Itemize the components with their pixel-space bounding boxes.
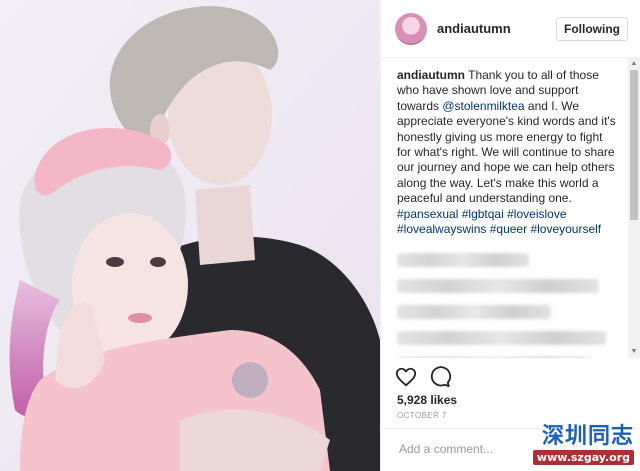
watermark-url: www.szgay.org [532, 450, 634, 465]
watermark-title: 深圳同志 [541, 423, 634, 449]
scrollbar-thumb[interactable] [630, 70, 638, 220]
caption-username[interactable]: andiautumn [397, 68, 465, 82]
comments-area: andiautumn Thank you to all of those who… [381, 58, 627, 358]
blurred-comment [397, 331, 606, 346]
blurred-comment [397, 305, 551, 320]
blurred-comment [397, 253, 529, 268]
blurred-comment [397, 279, 600, 294]
caption: andiautumn Thank you to all of those who… [397, 68, 617, 237]
heart-outline-icon[interactable] [395, 366, 417, 388]
blurred-comment [397, 357, 591, 358]
caption-text-2: and I. We appreciate everyone's kind wor… [397, 98, 616, 206]
hashtag-link[interactable]: #loveyourself [530, 222, 601, 236]
scroll-down-arrow-icon[interactable]: ▼ [628, 346, 640, 358]
post-actions [395, 366, 451, 388]
following-button[interactable]: Following [556, 16, 628, 41]
avatar[interactable] [395, 12, 427, 45]
like-count[interactable]: 5,928 likes [397, 393, 457, 407]
hashtag-link[interactable]: #lovealwayswins [397, 222, 486, 236]
post-date[interactable]: OCTOBER 7 [397, 411, 447, 420]
photo-illustration [0, 0, 380, 471]
blurred-comments [397, 253, 617, 358]
hashtag-link[interactable]: #lgbtqai [462, 207, 504, 221]
speech-bubble-icon[interactable] [429, 366, 451, 388]
scroll-up-arrow-icon[interactable]: ▲ [628, 58, 640, 70]
post-header: andiautumn Following [381, 0, 640, 58]
hashtag-link[interactable]: #loveislove [507, 207, 566, 221]
hashtag-link[interactable]: #queer [490, 222, 527, 236]
mention-link[interactable]: @stolenmilktea [442, 99, 524, 113]
watermark: 深圳同志 www.szgay.org [532, 423, 634, 466]
username-link[interactable]: andiautumn [437, 21, 556, 36]
comments-scrollbar[interactable]: ▲ ▼ [628, 58, 640, 358]
post-side-panel: andiautumn Following andiautumn Thank yo… [380, 0, 640, 471]
post-photo[interactable] [0, 0, 380, 471]
hashtag-link[interactable]: #pansexual [397, 207, 458, 221]
